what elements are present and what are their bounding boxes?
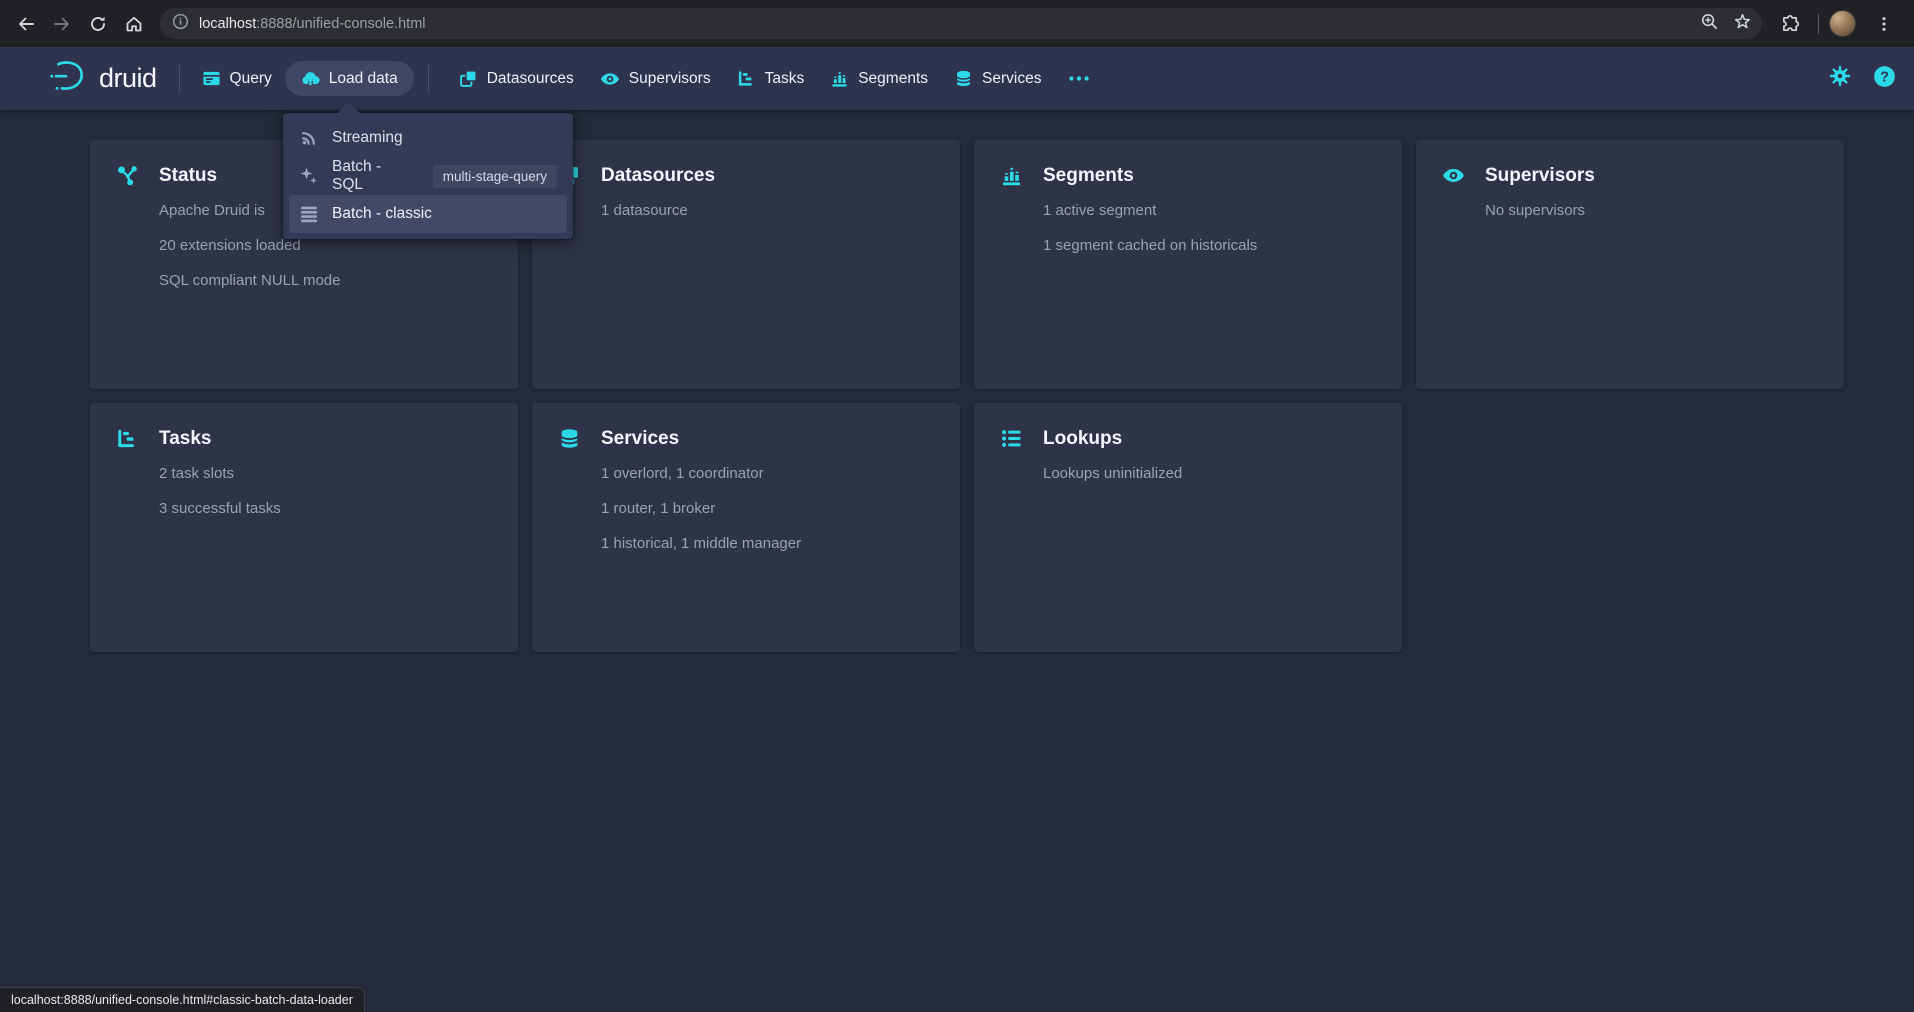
nav-services[interactable]: Services bbox=[954, 69, 1041, 88]
back-icon[interactable] bbox=[8, 6, 44, 42]
card-line: Lookups uninitialized bbox=[1043, 464, 1376, 484]
forward-icon[interactable] bbox=[44, 6, 80, 42]
nav-divider bbox=[428, 65, 429, 92]
menu-item-batch-sql[interactable]: Batch - SQL multi-stage-query bbox=[289, 157, 567, 195]
settings-gear-icon[interactable] bbox=[1829, 65, 1851, 92]
card-line: 1 router, 1 broker bbox=[601, 499, 934, 519]
card-line: 2 task slots bbox=[159, 464, 492, 484]
profile-avatar[interactable] bbox=[1829, 10, 1856, 37]
card-line: 1 overlord, 1 coordinator bbox=[601, 464, 934, 484]
nav-supervisors[interactable]: Supervisors bbox=[600, 69, 711, 89]
browser-menu-icon[interactable] bbox=[1866, 6, 1902, 42]
nav-divider bbox=[179, 65, 180, 92]
eye-icon bbox=[1442, 164, 1465, 187]
help-icon[interactable]: ? bbox=[1873, 65, 1896, 93]
card-line: 1 datasource bbox=[601, 201, 934, 221]
card-line: 3 successful tasks bbox=[159, 499, 492, 519]
card-title: Services bbox=[601, 428, 679, 450]
druid-logo[interactable]: druid bbox=[48, 59, 157, 98]
link-preview-bar: localhost:8888/unified-console.html#clas… bbox=[0, 987, 365, 1012]
stacked-chart-icon bbox=[1000, 164, 1023, 187]
address-bar[interactable]: localhost:8888/unified-console.html bbox=[160, 8, 1762, 39]
feed-icon bbox=[299, 128, 319, 148]
database-icon bbox=[954, 69, 973, 88]
stacked-chart-icon bbox=[830, 69, 849, 88]
card-line: 1 segment cached on historicals bbox=[1043, 236, 1376, 256]
nav-load-data[interactable]: Load data bbox=[285, 61, 414, 96]
card-services[interactable]: Services 1 overlord, 1 coordinator 1 rou… bbox=[532, 403, 960, 652]
home-icon[interactable] bbox=[116, 6, 152, 42]
card-line: 1 historical, 1 middle manager bbox=[601, 534, 934, 554]
card-title: Status bbox=[159, 165, 217, 187]
card-title: Tasks bbox=[159, 428, 211, 450]
druid-wordmark: druid bbox=[99, 63, 157, 94]
menu-item-batch-classic[interactable]: Batch - classic bbox=[289, 195, 567, 233]
toolbar-separator bbox=[1818, 14, 1819, 34]
card-datasources[interactable]: Datasources 1 datasource bbox=[532, 140, 960, 389]
browser-toolbar: localhost:8888/unified-console.html bbox=[0, 0, 1914, 47]
svg-text:?: ? bbox=[1880, 69, 1889, 85]
reload-icon[interactable] bbox=[80, 6, 116, 42]
properties-list-icon bbox=[1000, 427, 1023, 450]
url-text: localhost:8888/unified-console.html bbox=[199, 16, 426, 32]
site-info-icon[interactable] bbox=[172, 13, 189, 35]
card-title: Segments bbox=[1043, 165, 1134, 187]
nav-more-icon[interactable] bbox=[1067, 69, 1091, 88]
status-graph-icon bbox=[116, 164, 139, 187]
card-title: Datasources bbox=[601, 165, 715, 187]
gantt-chart-icon bbox=[116, 427, 139, 450]
gantt-chart-icon bbox=[737, 69, 756, 88]
card-title: Lookups bbox=[1043, 428, 1122, 450]
bookmark-star-icon[interactable] bbox=[1733, 12, 1752, 36]
card-lookups[interactable]: Lookups Lookups uninitialized bbox=[974, 403, 1402, 652]
menu-item-streaming[interactable]: Streaming bbox=[289, 119, 567, 157]
nav-datasources[interactable]: Datasources bbox=[459, 69, 574, 88]
msq-badge: multi-stage-query bbox=[433, 165, 557, 188]
card-line: No supervisors bbox=[1485, 201, 1818, 221]
query-icon bbox=[202, 69, 221, 88]
druid-navbar: druid Query Load data Datasources bbox=[0, 47, 1914, 110]
th-list-icon bbox=[299, 204, 319, 224]
card-line: SQL compliant NULL mode bbox=[159, 271, 492, 291]
card-supervisors[interactable]: Supervisors No supervisors bbox=[1416, 140, 1844, 389]
nav-query[interactable]: Query bbox=[202, 69, 272, 88]
eye-icon bbox=[600, 69, 620, 89]
datasources-icon bbox=[459, 69, 478, 88]
druid-logo-icon bbox=[48, 59, 86, 98]
load-data-menu: Streaming Batch - SQL multi-stage-query … bbox=[283, 113, 573, 239]
card-segments[interactable]: Segments 1 active segment 1 segment cach… bbox=[974, 140, 1402, 389]
database-icon bbox=[558, 427, 581, 450]
card-line: 1 active segment bbox=[1043, 201, 1376, 221]
card-line: 20 extensions loaded bbox=[159, 236, 492, 256]
nav-tasks[interactable]: Tasks bbox=[737, 69, 805, 88]
sparkles-icon bbox=[299, 166, 319, 186]
nav-segments[interactable]: Segments bbox=[830, 69, 928, 88]
load-data-cloud-upload-icon bbox=[301, 69, 320, 88]
extensions-icon[interactable] bbox=[1772, 6, 1808, 42]
zoom-page-icon[interactable] bbox=[1700, 12, 1719, 36]
card-title: Supervisors bbox=[1485, 165, 1595, 187]
card-tasks[interactable]: Tasks 2 task slots 3 successful tasks bbox=[90, 403, 518, 652]
